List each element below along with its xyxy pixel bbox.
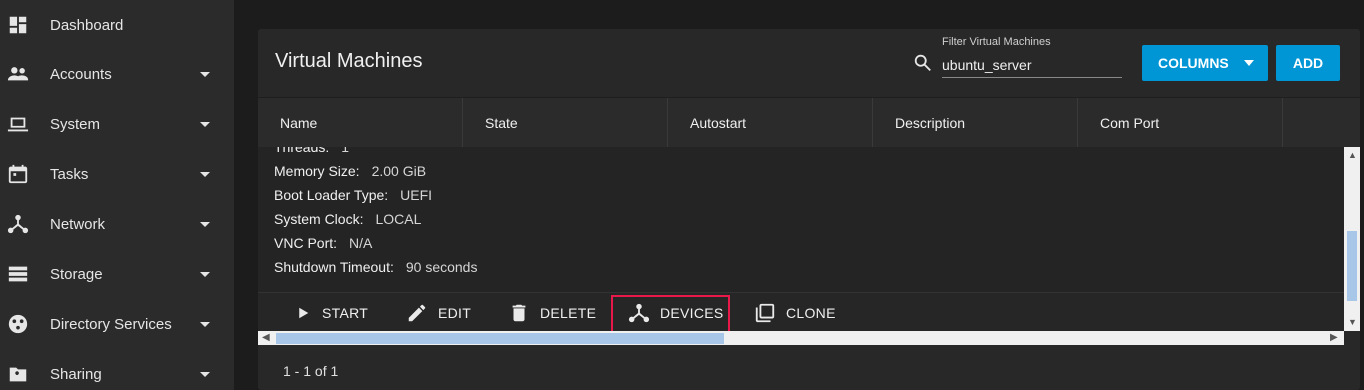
calendar-icon [6, 162, 30, 186]
sidebar-item-network[interactable]: Network [0, 199, 234, 249]
devices-highlight [611, 295, 730, 333]
columns-button[interactable]: COLUMNS [1142, 45, 1268, 81]
start-label: START [322, 304, 369, 321]
scroll-left-icon[interactable]: ◀ [262, 332, 270, 343]
edit-button[interactable]: EDIT [406, 293, 471, 332]
column-header-description[interactable]: Description [873, 98, 1078, 148]
search-icon [912, 52, 934, 74]
column-header-name[interactable]: Name [258, 98, 463, 148]
chevron-down-icon [200, 171, 210, 177]
detail-key: Boot Loader Type: [274, 187, 389, 203]
detail-key: Shutdown Timeout: [274, 259, 394, 275]
chevron-down-icon [200, 371, 210, 377]
detail-key: Threads: [274, 147, 330, 155]
sidebar-item-label: Dashboard [50, 16, 124, 34]
detail-row-boot-loader: Boot Loader Type: UEFI [274, 187, 432, 203]
sidebar-item-sharing[interactable]: Sharing [0, 349, 234, 390]
horizontal-scrollbar[interactable]: ◀ ▶ [258, 331, 1344, 345]
play-icon [299, 307, 309, 318]
sidebar-item-label: Tasks [50, 165, 89, 183]
vertical-scrollbar[interactable]: ▲ ▼ [1344, 147, 1360, 331]
directory-icon [6, 312, 30, 336]
laptop-icon [6, 112, 30, 136]
sidebar-item-accounts[interactable]: Accounts [0, 49, 234, 99]
table-header: Name State Autostart Description Com Por… [258, 97, 1360, 148]
filter-input[interactable] [942, 52, 1122, 78]
sidebar-item-label: System [50, 115, 101, 133]
trash-icon [512, 304, 526, 321]
sidebar-item-system[interactable]: System [0, 99, 234, 149]
detail-value: 1 [341, 147, 350, 155]
chevron-down-icon [200, 221, 210, 227]
column-header-state[interactable]: State [463, 98, 668, 148]
vm-detail-panel: Threads: 1 Memory Size: 2.00 GiB Boot Load… [258, 147, 1344, 292]
sidebar-item-label: Storage [50, 265, 103, 283]
accounts-icon [6, 62, 30, 86]
detail-value: UEFI [400, 187, 433, 203]
start-button[interactable]: START [294, 293, 368, 332]
detail-key: Memory Size: [274, 163, 360, 179]
sidebar-item-label: Directory Services [50, 315, 172, 333]
page-title: Virtual Machines [275, 50, 423, 72]
sharing-icon [6, 362, 30, 386]
detail-key: VNC Port: [274, 235, 338, 251]
sidebar-item-label: Network [50, 215, 106, 233]
dashboard-icon [6, 13, 30, 37]
detail-row-vnc-port: VNC Port: N/A [274, 235, 372, 251]
network-icon [6, 212, 30, 236]
chevron-down-icon [200, 321, 210, 327]
column-header-autostart[interactable]: Autostart [668, 98, 873, 148]
chevron-down-icon [200, 121, 210, 127]
detail-value: LOCAL [375, 211, 422, 227]
add-button[interactable]: ADD [1276, 45, 1340, 81]
detail-row-system-clock: System Clock: LOCAL [274, 211, 421, 227]
horizontal-scroll-thumb[interactable] [276, 333, 724, 344]
chevron-down-icon[interactable] [1244, 60, 1254, 66]
column-header-com-port[interactable]: Com Port [1078, 98, 1283, 148]
chevron-down-icon [200, 271, 210, 277]
filter-label: Filter Virtual Machines [942, 36, 1051, 48]
sidebar-item-label: Sharing [50, 365, 102, 383]
columns-button-label: COLUMNS [1158, 55, 1229, 71]
detail-row-shutdown-timeout: Shutdown Timeout: 90 seconds [274, 259, 477, 275]
vm-action-bar: START EDIT DELETE DEVICES CLONE [258, 292, 1344, 331]
detail-row-memory-size: Memory Size: 2.00 GiB [274, 163, 426, 179]
delete-label: DELETE [540, 304, 597, 321]
clone-label: CLONE [786, 304, 836, 321]
clone-icon [755, 303, 775, 322]
detail-value: 90 seconds [405, 259, 478, 275]
storage-icon [6, 262, 30, 286]
sidebar-item-directory-services[interactable]: Directory Services [0, 299, 234, 349]
sidebar-item-dashboard[interactable]: Dashboard [0, 0, 234, 50]
detail-value: 2.00 GiB [371, 163, 427, 179]
clone-button[interactable]: CLONE [754, 293, 836, 332]
chevron-down-icon [200, 71, 210, 77]
sidebar-item-label: Accounts [50, 65, 112, 83]
detail-row-threads: Threads: 1 [274, 147, 349, 155]
detail-value: N/A [349, 235, 373, 251]
scroll-right-icon[interactable]: ▶ [1330, 332, 1338, 343]
scroll-down-icon[interactable]: ▼ [1348, 317, 1357, 327]
sidebar-item-storage[interactable]: Storage [0, 249, 234, 299]
sidebar-item-tasks[interactable]: Tasks [0, 149, 234, 199]
scroll-up-icon[interactable]: ▲ [1348, 150, 1357, 160]
detail-key: System Clock: [274, 211, 364, 227]
edit-label: EDIT [438, 304, 472, 321]
pagination-label: 1 - 1 of 1 [283, 363, 339, 379]
pencil-icon [408, 304, 426, 321]
sidebar: Dashboard Accounts System Tasks Network … [0, 0, 234, 390]
vertical-scroll-thumb[interactable] [1347, 231, 1357, 301]
delete-button[interactable]: DELETE [508, 293, 596, 332]
